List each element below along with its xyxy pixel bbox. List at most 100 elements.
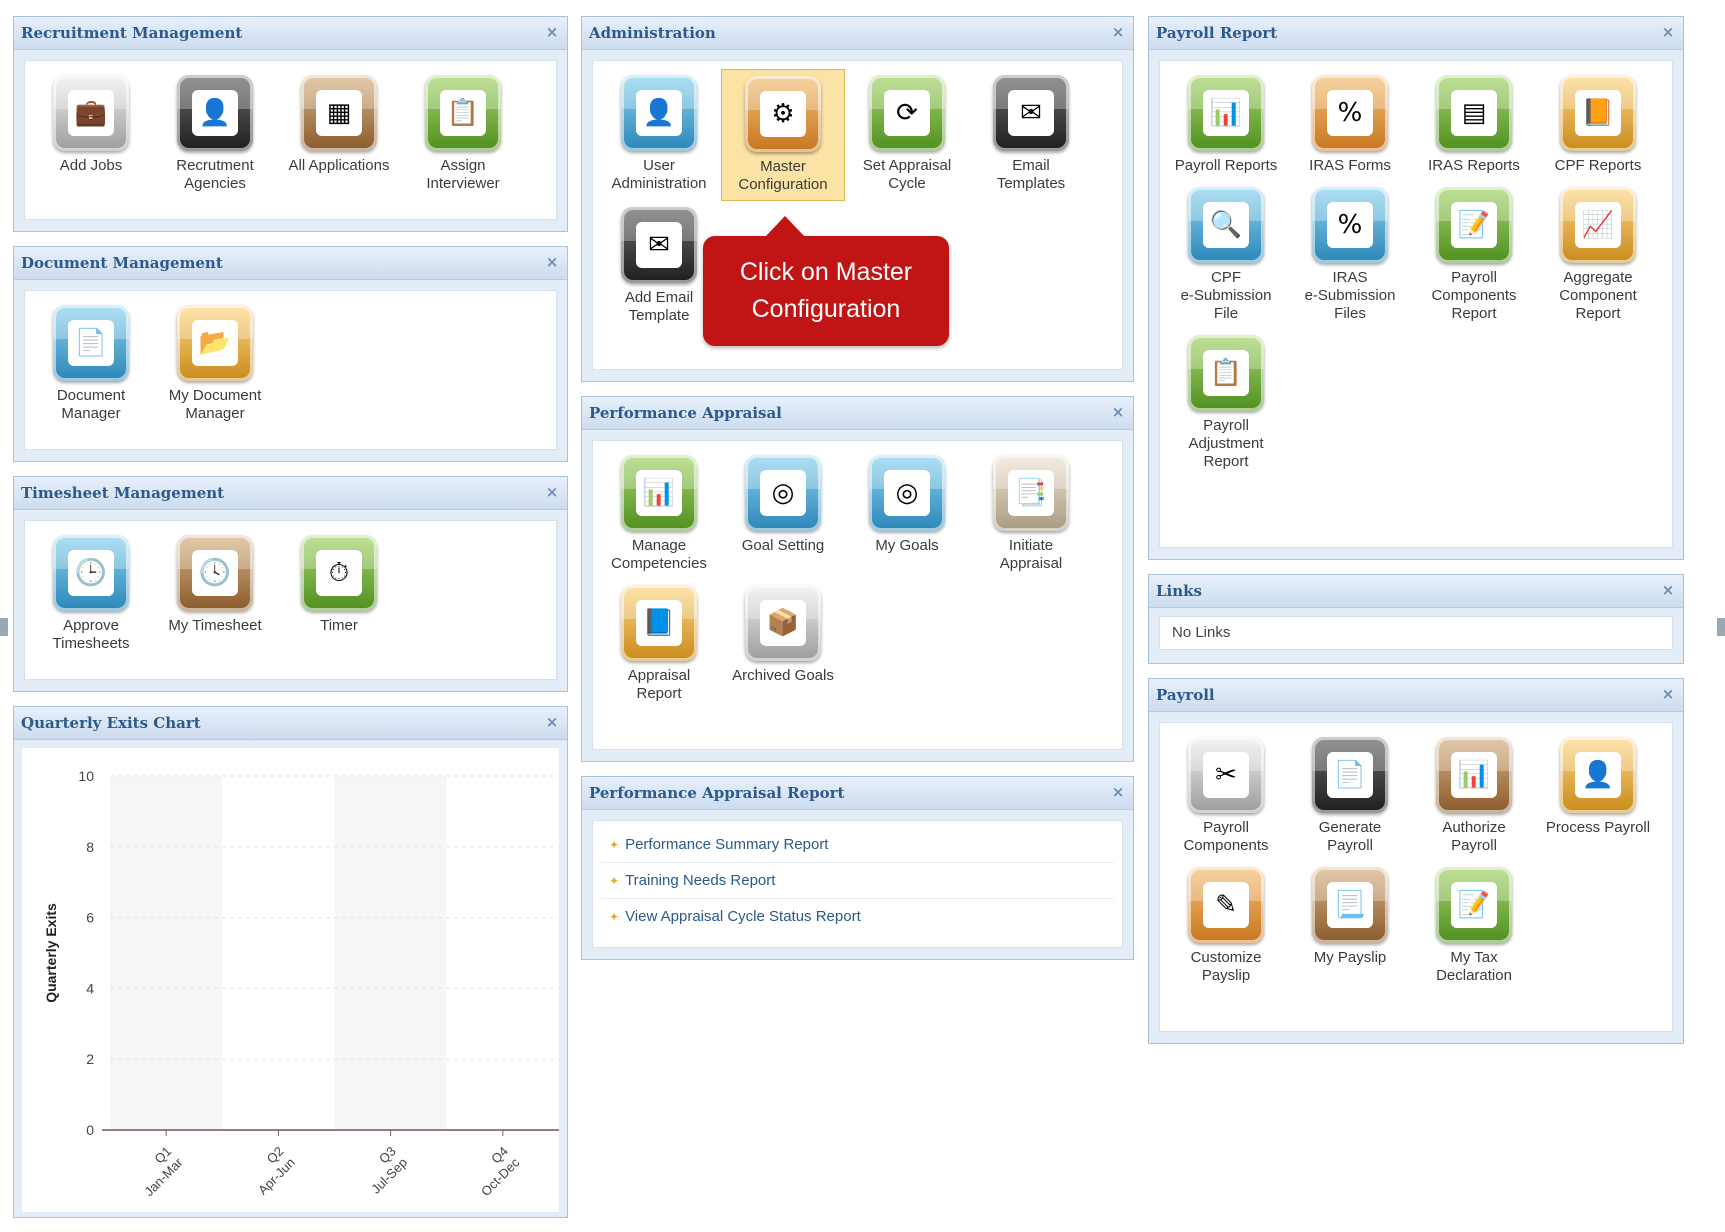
chart-area: 0 2 4 6 8 10 Q1Jan-Mar Q2Apr-Jun Q3Jul-Sep Q4Oct-… [22, 748, 559, 1212]
tile-calculator-report[interactable]: ▤ IRAS Reports [1412, 69, 1536, 181]
tile-cpf-report[interactable]: 📙 CPF Reports [1536, 69, 1660, 181]
tile-authorize-chart[interactable]: 📊 Authorize Payroll [1412, 731, 1536, 861]
tile-tools[interactable]: ✂ Payroll Components [1164, 731, 1288, 861]
icon-glyph: 📊 [1203, 90, 1249, 136]
chart-report-icon: 📊 [1188, 75, 1264, 151]
tile-generate-document[interactable]: 📄 Generate Payroll [1288, 731, 1412, 861]
tile-label: Payroll Reports [1174, 157, 1278, 174]
icon-glyph: 📦 [760, 600, 806, 646]
tile-label: My Timesheet [168, 617, 262, 634]
icon-glyph: ◎ [760, 470, 806, 516]
tile-e-submission[interactable]: 🔍 CPF e-Submission File [1164, 181, 1288, 329]
close-icon[interactable]: × [1660, 25, 1676, 41]
tile-clock-person[interactable]: 🕓 My Timesheet [153, 529, 277, 659]
tile-archive-box[interactable]: 📦 Archived Goals [721, 579, 845, 709]
icon-glyph: ✎ [1203, 882, 1249, 928]
close-icon[interactable]: × [544, 255, 560, 271]
tutorial-callout: Click on Master Configuration [703, 216, 949, 346]
tile-target[interactable]: ◎ Goal Setting [721, 449, 845, 579]
tile-customize-payslip[interactable]: ✎ Customize Payslip [1164, 861, 1288, 991]
tile-clipboard-pen[interactable]: 📋 Assign Interviewer [401, 69, 525, 199]
tile-label: Add Email Template [624, 289, 694, 324]
user-icon: 👤 [621, 75, 697, 151]
tax-declaration-icon: 📝 [1436, 867, 1512, 943]
portlet-body: ✂ Payroll Components 📄 Generate Payroll 📊 Aut… [1159, 722, 1673, 1032]
portlet-header: Timesheet Management × [14, 477, 567, 510]
tile-gear[interactable]: ⚙ Master Configuration [721, 69, 845, 201]
tile-components-report[interactable]: 📝 Payroll Components Report [1412, 181, 1536, 329]
tile-payslip[interactable]: 📃 My Payslip [1288, 861, 1412, 991]
tile-calendar-grid[interactable]: ▦ All Applications [277, 69, 401, 199]
portlet-body: No Links [1159, 616, 1673, 650]
close-icon[interactable]: × [1110, 25, 1126, 41]
recruitment-portlet: Recruitment Management × 💼 Add Jobs 👤 Recru… [13, 16, 568, 232]
tile-label: Payroll Adjustment Report [1188, 417, 1264, 470]
tile-chart-report[interactable]: 📊 Payroll Reports [1164, 69, 1288, 181]
tile-folder-document[interactable]: 📂 My Document Manager [153, 299, 277, 429]
icon-glyph: ⟳ [884, 90, 930, 136]
portlet-header: Performance Appraisal Report × [582, 777, 1133, 810]
quarterly-exits-portlet: Quarterly Exits Chart × 0 2 4 6 8 10 Q1Jan-Mar… [13, 706, 568, 1218]
tile-user[interactable]: 👤 User Administration [597, 69, 721, 201]
tile-tax-declaration[interactable]: 📝 My Tax Declaration [1412, 861, 1536, 991]
left-resize-handle[interactable] [0, 618, 8, 636]
close-icon[interactable]: × [1660, 583, 1676, 599]
tile-adjustment-report[interactable]: 📋 Payroll Adjustment Report [1164, 329, 1288, 477]
report-link-appraisal-cycle-status[interactable]: ✦ View Appraisal Cycle Status Report [601, 899, 1114, 934]
portlet-body: 🕒 Approve Timesheets 🕓 My Timesheet ⏱ Timer [24, 520, 557, 680]
tile-label: Goal Setting [741, 537, 825, 554]
tile-cycle-clock[interactable]: ⟳ Set Appraisal Cycle [845, 69, 969, 201]
close-icon[interactable]: × [544, 485, 560, 501]
payroll-report-portlet: Payroll Report × 📊 Payroll Reports% IRAS F… [1148, 16, 1684, 560]
icon-glyph: 📑 [1008, 470, 1054, 516]
tile-clock-check[interactable]: 🕒 Approve Timesheets [29, 529, 153, 659]
tile-iras-submission[interactable]: % IRAS e-Submission Files [1288, 181, 1412, 329]
tile-label: Payroll Components Report [1431, 269, 1517, 322]
tools-icon: ✂ [1188, 737, 1264, 813]
icon-grid: 🕒 Approve Timesheets 🕓 My Timesheet ⏱ Timer [25, 521, 556, 663]
bullet-icon: ✦ [609, 874, 620, 888]
report-link-performance-summary[interactable]: ✦ Performance Summary Report [601, 827, 1114, 863]
icon-glyph: 📄 [1327, 752, 1373, 798]
icon-glyph: ✉ [636, 222, 682, 268]
tile-label: All Applications [288, 157, 390, 174]
tile-report[interactable]: 📘 Appraisal Report [597, 579, 721, 709]
close-icon[interactable]: × [1660, 687, 1676, 703]
tile-stopwatch[interactable]: ⏱ Timer [277, 529, 401, 659]
tile-aggregate-report[interactable]: 📈 Aggregate Component Report [1536, 181, 1660, 329]
icon-glyph: ✉ [1008, 90, 1054, 136]
icon-glyph: 👤 [1575, 752, 1621, 798]
x-tick-label: Q1Jan-Mar [130, 1143, 186, 1199]
close-icon[interactable]: × [544, 25, 560, 41]
tile-appraisal-document[interactable]: 📑 Initiate Appraisal [969, 449, 1093, 579]
tile-bar-chart-people[interactable]: 📊 Manage Competencies [597, 449, 721, 579]
close-icon[interactable]: × [1110, 785, 1126, 801]
portlet-body: 📊 Manage Competencies ◎ Goal Setting ◎ My Goa… [592, 440, 1123, 750]
tile-percent-form[interactable]: % IRAS Forms [1288, 69, 1412, 181]
tile-document-star[interactable]: 📄 Document Manager [29, 299, 153, 429]
icon-glyph: ⚙ [760, 91, 806, 137]
icon-glyph: 💼 [68, 90, 114, 136]
target-icon: ◎ [745, 455, 821, 531]
icon-glyph: 👤 [636, 90, 682, 136]
portlet-body: 📊 Payroll Reports% IRAS Forms ▤ IRAS Reports… [1159, 60, 1673, 548]
close-icon[interactable]: × [1110, 405, 1126, 421]
left-column: Recruitment Management × 💼 Add Jobs 👤 Recru… [13, 16, 568, 1232]
icon-glyph: ⏱ [316, 550, 362, 596]
tile-target-person[interactable]: ◎ My Goals [845, 449, 969, 579]
icon-glyph: 📙 [1575, 90, 1621, 136]
tile-person-coins[interactable]: 👤 Process Payroll [1536, 731, 1660, 861]
tile-person[interactable]: 👤 Recrutment Agencies [153, 69, 277, 199]
icon-glyph: 📋 [1203, 350, 1249, 396]
tile-label: Customize Payslip [1190, 949, 1262, 984]
calculator-report-icon: ▤ [1436, 75, 1512, 151]
tile-label: IRAS Forms [1309, 157, 1391, 174]
percent-form-icon: % [1312, 75, 1388, 151]
icon-glyph: 📄 [68, 320, 114, 366]
right-resize-handle[interactable] [1717, 618, 1725, 636]
close-icon[interactable]: × [544, 715, 560, 731]
tile-briefcase[interactable]: 💼 Add Jobs [29, 69, 153, 199]
report-link-training-needs[interactable]: ✦ Training Needs Report [601, 863, 1114, 899]
cpf-report-icon: 📙 [1560, 75, 1636, 151]
tile-email-template[interactable]: ✉ Email Templates [969, 69, 1093, 201]
